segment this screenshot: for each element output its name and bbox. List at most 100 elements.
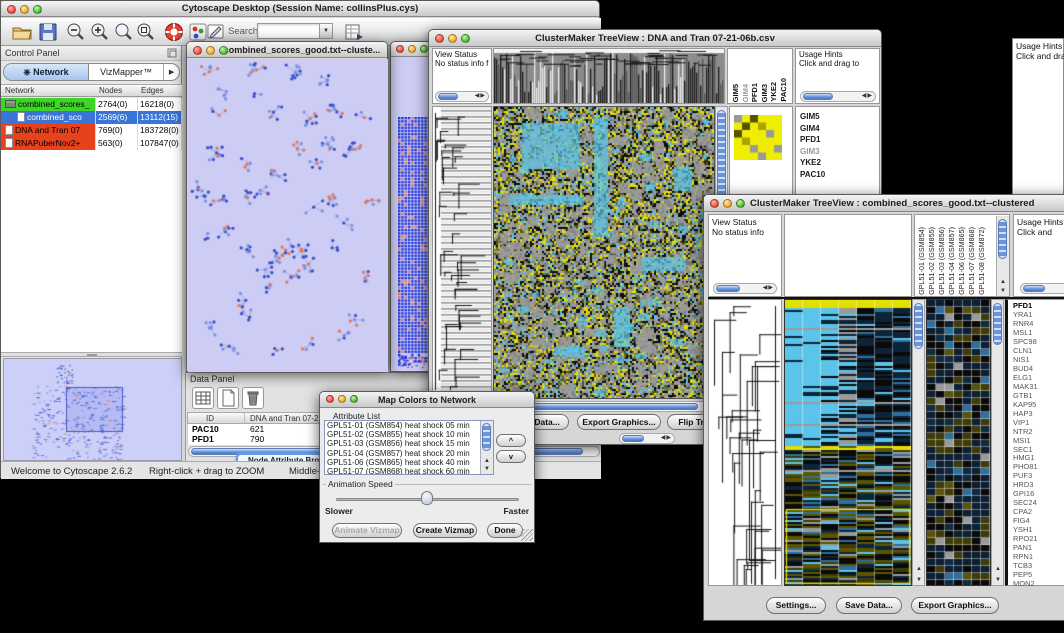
attribute-list-item[interactable]: GPL51-06 (GSM865) heat shock 40 min bbox=[325, 458, 493, 467]
tv2-global-heatmap[interactable] bbox=[785, 300, 911, 585]
import-table-icon[interactable] bbox=[343, 21, 365, 43]
tv2-zoom-vscrollbar[interactable]: ▲▼ bbox=[991, 299, 1004, 586]
attribute-list-item[interactable]: GPL51-01 (GSM854) heat shock 05 min bbox=[325, 421, 493, 430]
network1-view[interactable] bbox=[188, 59, 388, 372]
zoom-fit-icon[interactable] bbox=[113, 21, 135, 43]
float-panel-icon[interactable] bbox=[167, 48, 177, 58]
network-table-row[interactable]: DNA and Tran 07769(0)183728(0) bbox=[1, 124, 182, 137]
treeview1-title-bar[interactable]: ClusterMaker TreeView : DNA and Tran 07-… bbox=[429, 30, 881, 47]
minimize-button[interactable] bbox=[338, 395, 346, 403]
tv1-zoom-heatmap[interactable] bbox=[734, 115, 782, 160]
zoom-in-icon[interactable] bbox=[89, 21, 111, 43]
search-dropdown-arrow[interactable]: ▼ bbox=[319, 23, 333, 39]
fragment-usage-hints-text: Click and drag t bbox=[1016, 51, 1064, 61]
animation-speed-label: Animation Speed bbox=[326, 479, 395, 489]
tv2-heatmap-vscrollbar[interactable]: ▲▼ bbox=[912, 299, 925, 586]
create-vizmap-button[interactable]: Create Vizmap bbox=[413, 523, 477, 538]
attribute-list-item[interactable]: GPL51-03 (GSM856) heat shock 15 min bbox=[325, 439, 493, 448]
close-button[interactable] bbox=[193, 46, 202, 55]
zoom-button[interactable] bbox=[33, 5, 42, 14]
dialog-title-bar[interactable]: Map Colors to Network bbox=[320, 392, 534, 408]
close-button[interactable] bbox=[435, 34, 444, 43]
open-file-icon[interactable] bbox=[11, 21, 33, 43]
tv1-view-status-scrollbar[interactable]: ◀▶ bbox=[435, 91, 489, 102]
network-table-row[interactable]: combined_scores_2764(0)16218(0) bbox=[1, 98, 182, 111]
tv1-export-graphics-button[interactable]: Export Graphics... bbox=[577, 414, 661, 430]
minimize-button[interactable] bbox=[206, 46, 215, 55]
col-network[interactable]: Network bbox=[5, 85, 34, 97]
zoom-selected-icon[interactable] bbox=[135, 21, 157, 43]
help-lifesaver-icon[interactable] bbox=[163, 21, 185, 43]
map-colors-dialog: Map Colors to Network Attribute List GPL… bbox=[319, 391, 535, 543]
network-table-row[interactable]: RNAPuberNov2+563(0)107847(0) bbox=[1, 137, 182, 150]
close-button[interactable] bbox=[396, 45, 404, 53]
tv2-save-data-button[interactable]: Save Data... bbox=[836, 597, 902, 614]
col-nodes[interactable]: Nodes bbox=[99, 85, 122, 97]
animation-speed-slider-thumb[interactable] bbox=[421, 491, 433, 505]
network-table-row[interactable]: combined_sco2569(6)13112(15) bbox=[1, 111, 182, 124]
tv2-column-labels-panel: GPL51-01 (GSM854)GPL51-02 (GSM855)GPL51-… bbox=[914, 214, 1010, 297]
tv1-heatmap-panel bbox=[493, 106, 715, 399]
zoom-button[interactable] bbox=[350, 395, 358, 403]
col-edges[interactable]: Edges bbox=[141, 85, 164, 97]
close-button[interactable] bbox=[326, 395, 334, 403]
tv2-row-dendrogram[interactable] bbox=[709, 300, 781, 585]
attribute-list-item[interactable]: GPL51-04 (GSM857) heat shock 20 min bbox=[325, 449, 493, 458]
tv2-export-graphics-button[interactable]: Export Graphics... bbox=[911, 597, 999, 614]
move-up-button[interactable]: ^ bbox=[496, 434, 526, 447]
tv2-labels-vscrollbar[interactable]: ▲▼ bbox=[996, 216, 1009, 296]
new-attribute-button[interactable] bbox=[217, 387, 239, 409]
network-view-window-1: combined_scores_good.txt--cluste... bbox=[186, 41, 388, 372]
tv1-gene-label: GIM3 bbox=[800, 146, 825, 158]
save-icon[interactable] bbox=[37, 21, 59, 43]
close-button[interactable] bbox=[710, 199, 719, 208]
main-title-bar[interactable]: Cytoscape Desktop (Session Name: collins… bbox=[1, 1, 599, 17]
tab-network[interactable]: ⎈ Network bbox=[4, 64, 89, 80]
tv1-column-dendrogram[interactable] bbox=[494, 49, 724, 103]
attribute-list-vscrollbar[interactable]: ▲▼ bbox=[480, 421, 493, 474]
zoom-out-icon[interactable] bbox=[65, 21, 87, 43]
attribute-select-button[interactable] bbox=[192, 387, 214, 409]
tv2-zoom-heatmap-panel bbox=[926, 299, 991, 586]
dialog-resize-grip[interactable] bbox=[521, 529, 533, 541]
control-panel-header: Control Panel bbox=[1, 46, 181, 61]
network2-grid-view[interactable] bbox=[398, 117, 432, 369]
treeview2-title-bar[interactable]: ClusterMaker TreeView : combined_scores_… bbox=[704, 195, 1064, 212]
tv2-column-dendrogram-panel[interactable] bbox=[784, 214, 912, 297]
tv2-usage-hints-title: Usage Hints bbox=[1017, 217, 1063, 227]
tv1-global-heatmap[interactable] bbox=[494, 107, 714, 398]
zoom-button[interactable] bbox=[219, 46, 228, 55]
zoom-button[interactable] bbox=[420, 45, 428, 53]
animate-vizmap-button[interactable]: Animate Vizmap bbox=[332, 523, 402, 538]
tv1-row-dendrogram[interactable] bbox=[433, 107, 491, 398]
done-button[interactable]: Done bbox=[487, 523, 523, 538]
tv1-usage-hints-text: Click and drag to bbox=[799, 59, 859, 69]
tv2-view-status-panel: View Status No status info ◀▶ bbox=[708, 214, 782, 297]
attribute-list-item[interactable]: GPL51-07 (GSM868) heat shock 60 min bbox=[325, 467, 493, 475]
zoom-button[interactable] bbox=[461, 34, 470, 43]
tv1-column-label: PAC10 bbox=[779, 78, 789, 102]
close-button[interactable] bbox=[7, 5, 16, 14]
annotation-icon[interactable] bbox=[205, 21, 227, 43]
zoom-button[interactable] bbox=[736, 199, 745, 208]
tv1-usage-hints-scrollbar[interactable]: ◀▶ bbox=[800, 91, 876, 102]
minimize-button[interactable] bbox=[448, 34, 457, 43]
tv1-column-label: GIM5 bbox=[731, 84, 741, 102]
birds-eye-view[interactable] bbox=[3, 358, 182, 461]
network1-title-bar[interactable]: combined_scores_good.txt--cluste... bbox=[187, 42, 387, 58]
move-down-button[interactable]: v bbox=[496, 450, 526, 463]
minimize-button[interactable] bbox=[723, 199, 732, 208]
tab-vizmapper[interactable]: VizMapper™ bbox=[89, 64, 163, 80]
tv2-view-status-scrollbar[interactable]: ◀▶ bbox=[713, 283, 777, 294]
minimize-button[interactable] bbox=[20, 5, 29, 14]
attribute-list-item[interactable]: GPL51-02 (GSM855) heat shock 10 min bbox=[325, 430, 493, 439]
delete-attribute-button[interactable] bbox=[242, 387, 264, 409]
tv1-bottom-scrollbar[interactable]: ◀▶ bbox=[619, 433, 675, 444]
tv2-zoom-heatmap[interactable] bbox=[927, 300, 990, 585]
panel-divider-handle[interactable] bbox=[1, 352, 182, 357]
tv2-settings-button[interactable]: Settings... bbox=[766, 597, 826, 614]
tv2-usage-hints-scrollbar[interactable]: ◀▶ bbox=[1020, 283, 1064, 294]
col-id[interactable]: ID bbox=[206, 413, 214, 424]
tab-overflow-arrow[interactable]: ▶ bbox=[163, 64, 179, 80]
minimize-button[interactable] bbox=[408, 45, 416, 53]
